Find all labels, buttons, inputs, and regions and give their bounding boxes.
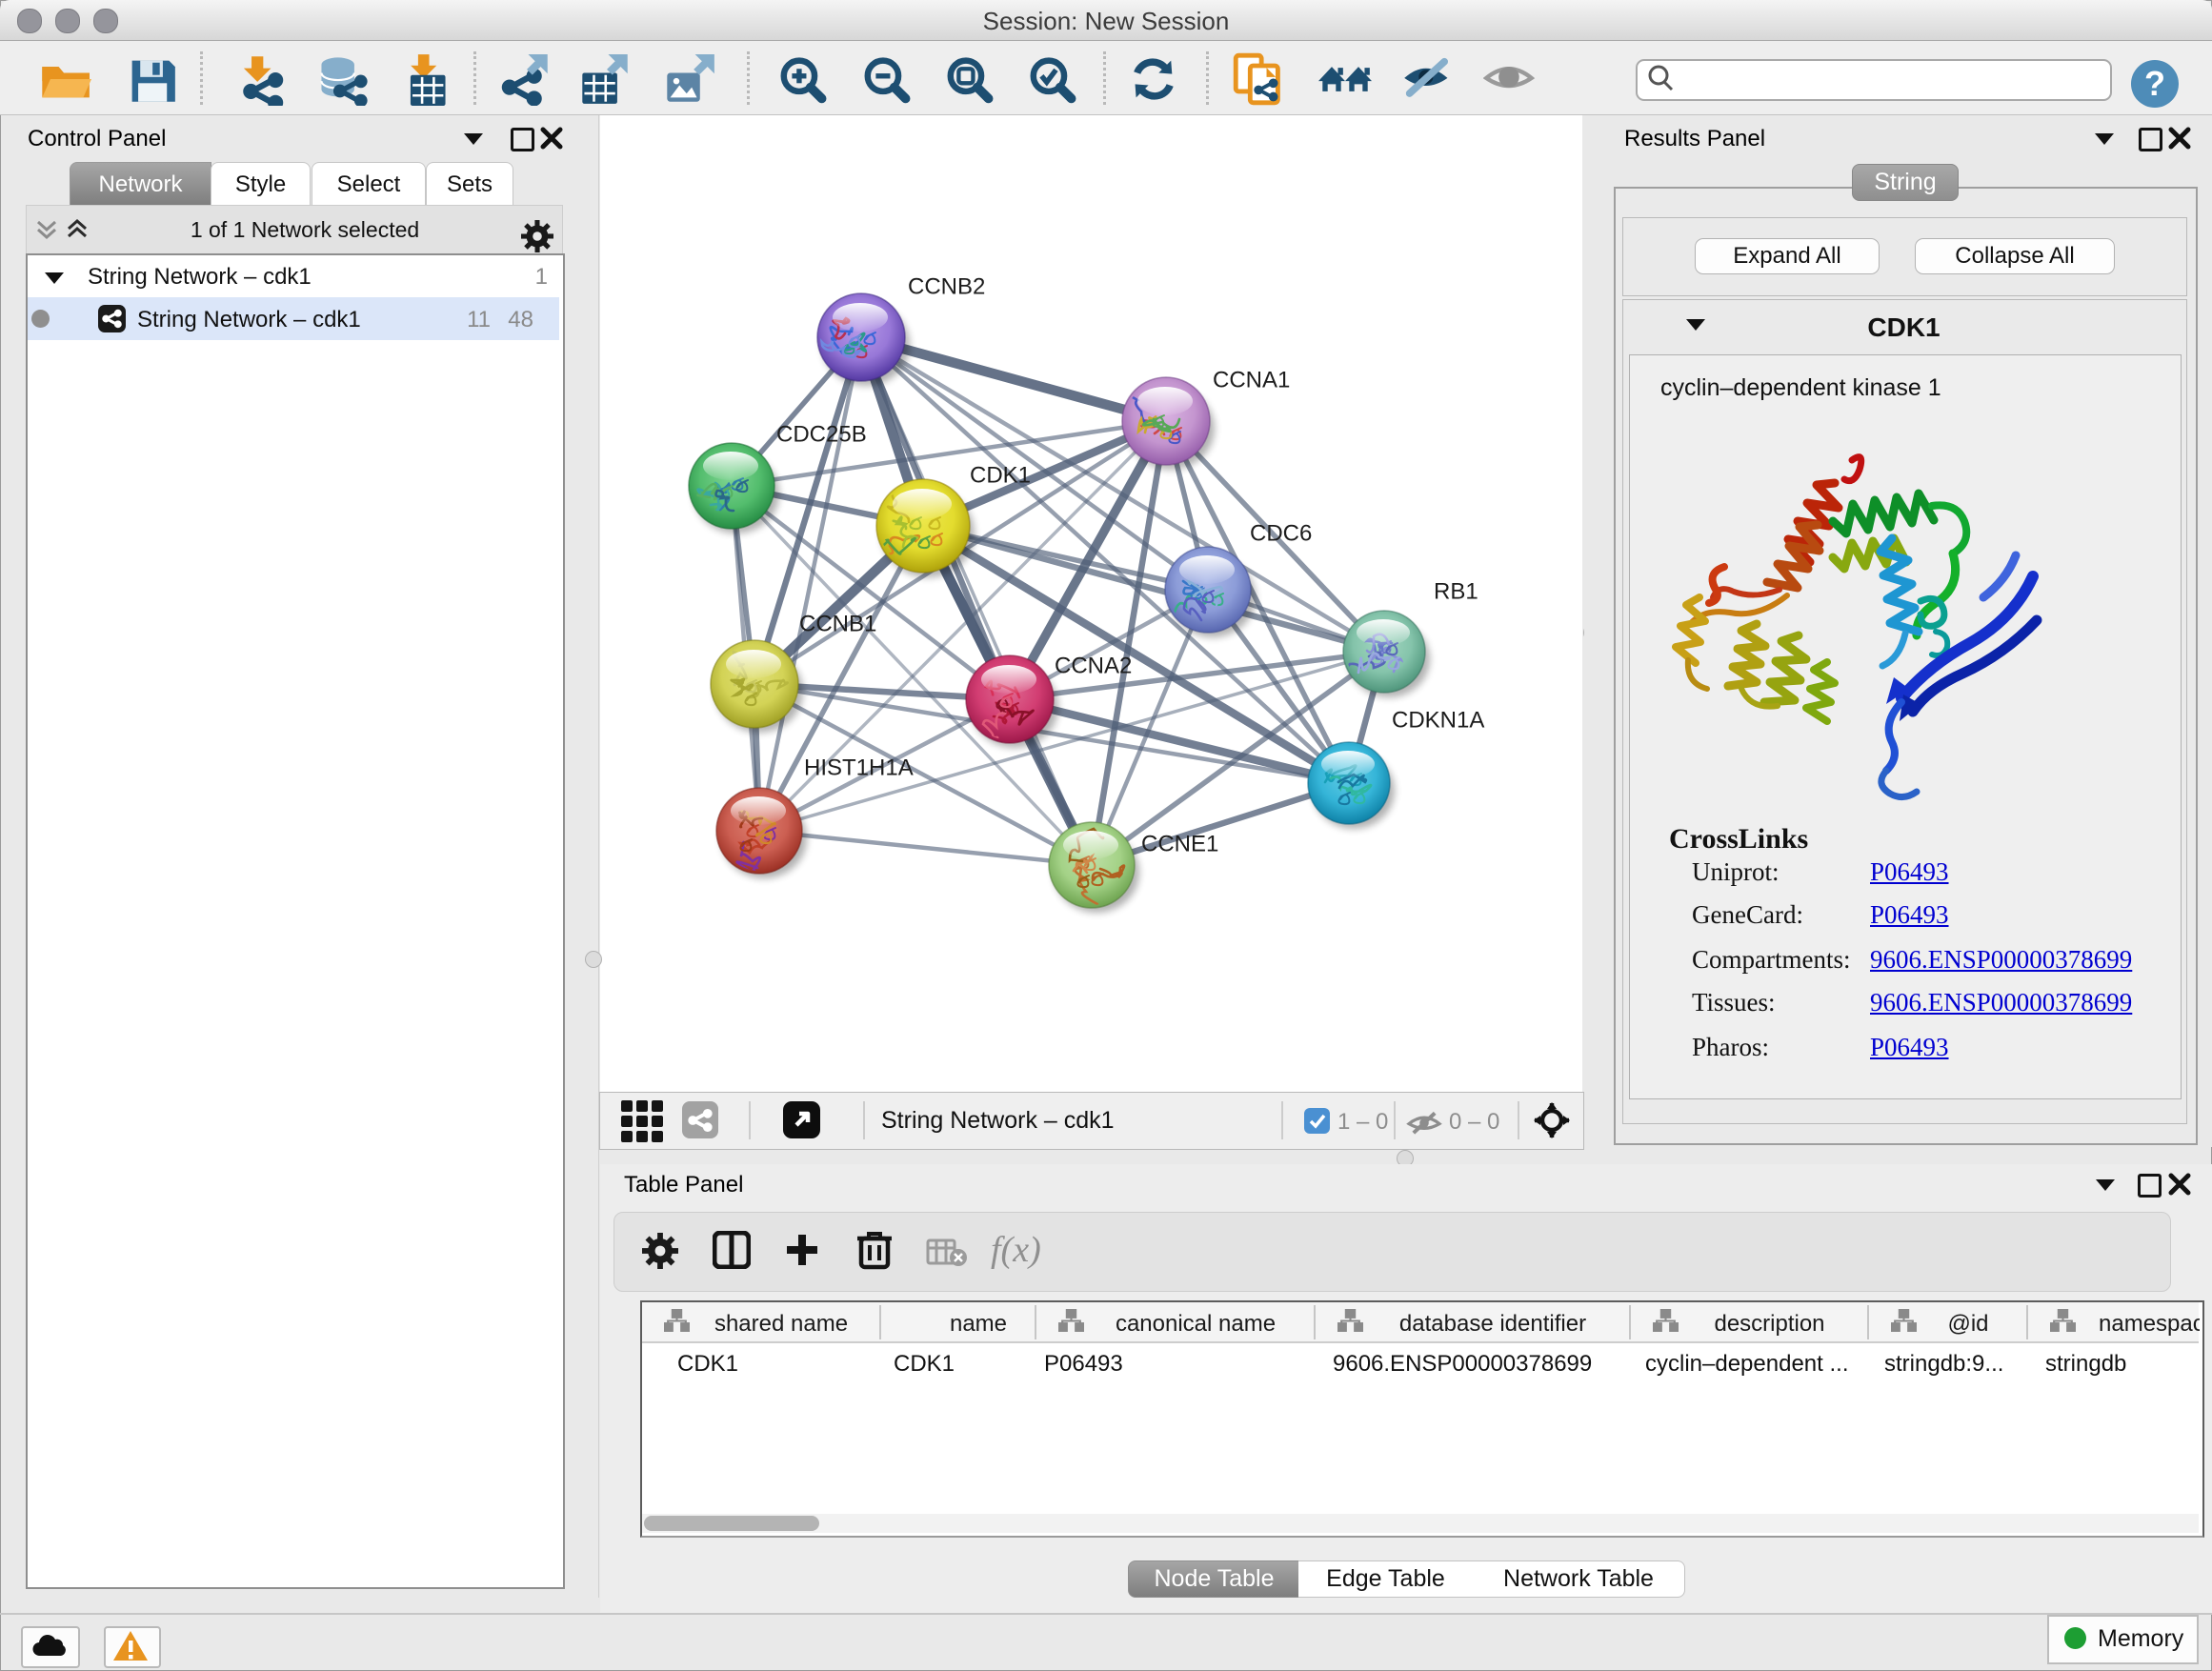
svg-text:CCNA1: CCNA1 (1213, 367, 1290, 393)
svg-text:CCNE1: CCNE1 (1141, 831, 1218, 856)
svg-text:CDKN1A: CDKN1A (1392, 707, 1484, 733)
svg-text:RB1: RB1 (1434, 578, 1478, 604)
svg-text:CDK1: CDK1 (970, 462, 1031, 488)
svg-text:CDC6: CDC6 (1250, 520, 1312, 546)
svg-text:CCNB2: CCNB2 (908, 273, 985, 299)
svg-text:HIST1H1A: HIST1H1A (804, 755, 914, 780)
svg-text:CCNB1: CCNB1 (799, 611, 876, 636)
svg-text:CCNA2: CCNA2 (1055, 653, 1132, 678)
svg-text:CDC25B: CDC25B (776, 421, 867, 447)
